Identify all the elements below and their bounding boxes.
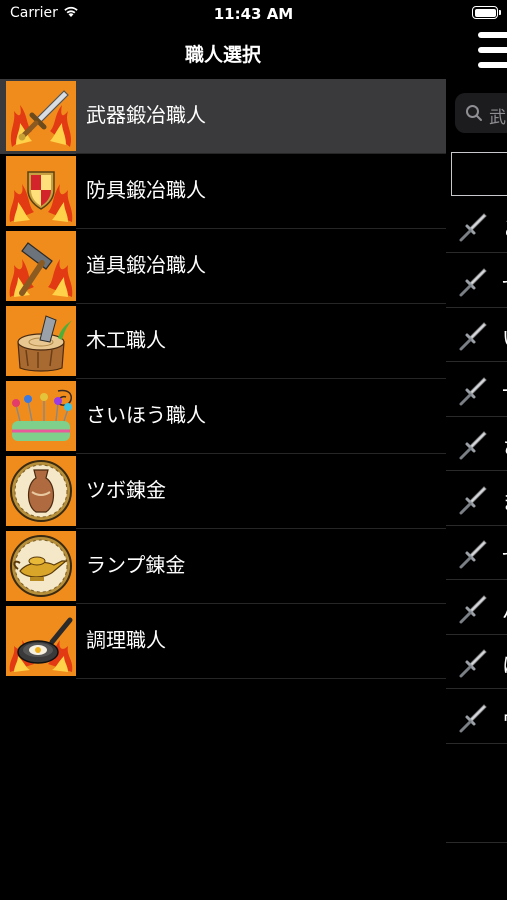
item-row[interactable]: ま [446, 472, 507, 526]
pincushion-icon [6, 381, 76, 451]
sword-fire-icon [6, 81, 76, 151]
item-name: に [502, 649, 507, 678]
craft-label: ツボ錬金 [86, 478, 166, 502]
page-title: 職人選択 [184, 44, 261, 66]
search-field[interactable]: 武 [455, 93, 507, 133]
item-name: せ [502, 540, 507, 569]
item-row[interactable]: せ [446, 254, 507, 308]
item-name: ウ [502, 704, 507, 733]
sword-icon [459, 267, 487, 296]
battery-tip [499, 10, 501, 15]
sword-icon [459, 485, 487, 514]
sword-icon [459, 594, 487, 623]
craft-row[interactable]: 武器鍛冶職人 [0, 79, 446, 154]
sword-icon [459, 213, 487, 242]
detail-panel: 武 とせい-さませバにウ [446, 79, 507, 849]
craft-label: 武器鍛冶職人 [86, 103, 206, 127]
row-divider [76, 678, 446, 679]
sword-icon [459, 649, 487, 678]
item-name: さ [502, 431, 507, 460]
sword-icon [459, 322, 487, 351]
craft-label: 調理職人 [86, 628, 166, 652]
sword-icon [459, 703, 487, 732]
item-row[interactable]: と [446, 199, 507, 253]
craft-row[interactable]: 防具鍛冶職人 [0, 154, 446, 229]
craft-row[interactable]: 木工職人 [0, 304, 446, 379]
craft-row[interactable]: ツボ錬金 [0, 454, 446, 529]
item-row[interactable]: ウ [446, 690, 507, 744]
pot-icon [6, 456, 76, 526]
search-text: 武 [489, 108, 506, 128]
item-row[interactable]: さ [446, 417, 507, 471]
status-bar: Carrier 11:43 AM [0, 0, 507, 28]
magic-lamp-icon [6, 531, 76, 601]
clock: 11:43 AM [213, 5, 294, 23]
item-row[interactable]: に [446, 635, 507, 689]
craft-label: 防具鍛冶職人 [86, 178, 206, 202]
tree-stump-icon [6, 306, 76, 376]
sword-icon [459, 540, 487, 569]
item-name: せ [502, 268, 507, 297]
row-divider [446, 742, 507, 744]
sword-icon [459, 431, 487, 460]
craft-label: 木工職人 [86, 328, 166, 352]
craft-row[interactable]: ランプ錬金 [0, 529, 446, 604]
item-row[interactable]: せ [446, 526, 507, 580]
frying-pan-icon [6, 606, 76, 676]
item-row[interactable]: - [446, 363, 507, 417]
row-divider [446, 842, 507, 843]
item-name: バ [502, 595, 507, 624]
item-name: い [502, 322, 507, 351]
item-name: ま [502, 486, 507, 515]
craft-label: 道具鍛冶職人 [86, 253, 206, 277]
craft-label: ランプ錬金 [86, 553, 186, 577]
battery-icon [472, 6, 498, 19]
segmented-control[interactable] [451, 152, 507, 196]
craft-row[interactable]: さいほう職人 [0, 379, 446, 454]
craft-row[interactable]: 調理職人 [0, 604, 446, 679]
craft-row[interactable]: 道具鍛冶職人 [0, 229, 446, 304]
item-row[interactable]: バ [446, 581, 507, 635]
hammer-fire-icon [6, 231, 76, 301]
craft-label: さいほう職人 [86, 403, 206, 427]
item-row[interactable]: い [446, 308, 507, 362]
sword-icon [459, 376, 487, 405]
craft-list: 武器鍛冶職人 防具鍛冶職人 道具鍛冶職人 木工職人 さいほう職人 ツボ錬金 ラン… [0, 79, 446, 679]
search-icon [466, 105, 482, 121]
shield-fire-icon [6, 156, 76, 226]
item-name: と [502, 213, 507, 242]
item-name: - [502, 377, 507, 401]
menu-icon[interactable] [478, 32, 507, 74]
